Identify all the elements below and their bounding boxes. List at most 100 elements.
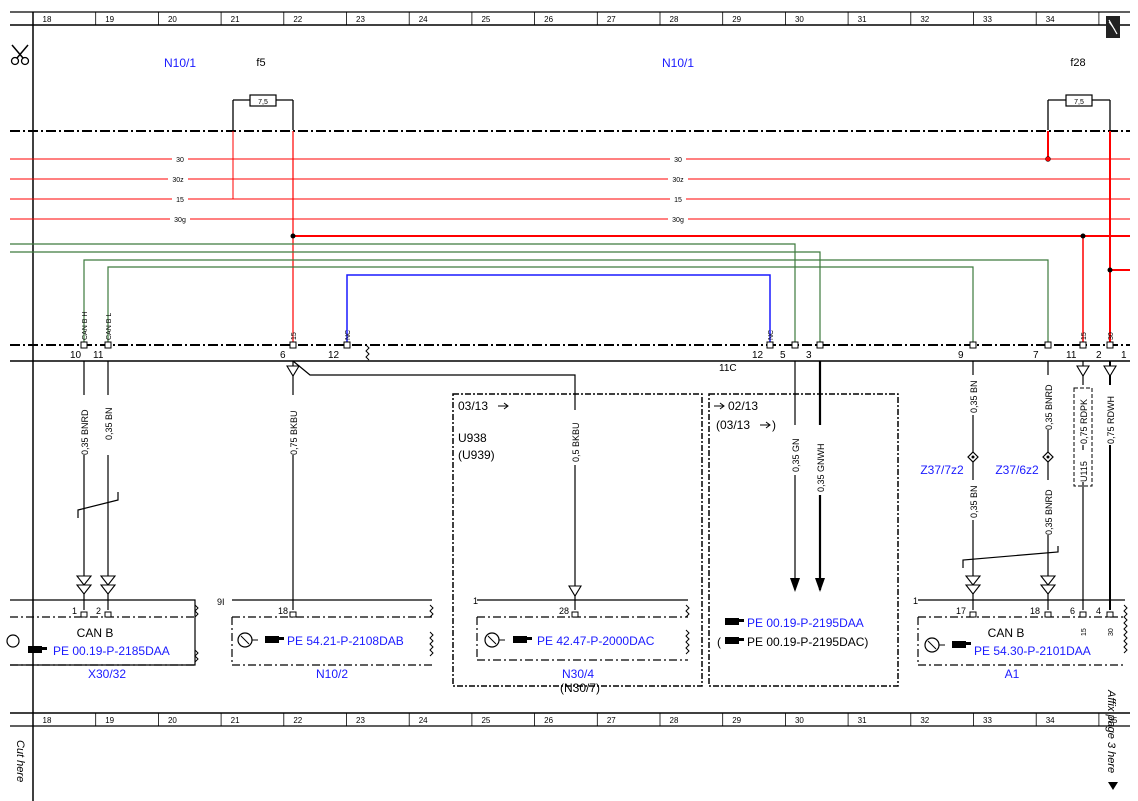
f5-label: f5 <box>256 57 265 69</box>
grid-column-number: 33 <box>983 15 992 24</box>
svg-text:1: 1 <box>1121 350 1127 361</box>
pin-can-bh: CAN B H <box>82 312 89 340</box>
bus-15-left: 15 <box>176 197 184 204</box>
svg-text:2: 2 <box>96 606 101 616</box>
control-unit-icon <box>484 632 505 648</box>
grid-column-number: 20 <box>168 716 177 725</box>
grid-column-number: 30 <box>795 716 804 725</box>
svg-text:5: 5 <box>780 350 786 361</box>
date-code-1: 03/13 <box>458 399 488 413</box>
bus-30z-left: 30z <box>172 177 184 184</box>
grid-column-number: 29 <box>732 716 741 725</box>
grid-column-number: 34 <box>1046 716 1055 725</box>
connector-9i-label: 9I <box>217 597 225 607</box>
svg-text:11: 11 <box>1066 350 1077 361</box>
grid-column-number: 29 <box>732 15 741 24</box>
grid-column-number: 27 <box>607 15 616 24</box>
svg-text:17: 17 <box>956 606 966 616</box>
arrow-right-icon <box>498 402 509 410</box>
grid-column-number: 22 <box>293 15 302 24</box>
grid-column-number: 19 <box>105 15 114 24</box>
z37-6z2-label: Z37/6z2 <box>995 463 1039 477</box>
grid-column-number: 21 <box>231 15 240 24</box>
can-wires <box>10 243 1049 345</box>
svg-text:28: 28 <box>559 606 569 616</box>
pin-labels: CAN B H CAN B L 15 NC NC 15 30 <box>82 312 1115 340</box>
ref-x30-32[interactable]: PE 00.19-P-2185DAA <box>53 644 170 658</box>
wire-label-2: 0,35 BN <box>104 407 114 440</box>
grid-column-number: 33 <box>983 716 992 725</box>
svg-text:4: 4 <box>1096 606 1101 616</box>
n10-2-label: N10/2 <box>316 667 348 681</box>
pointing-hand-icon <box>28 646 47 653</box>
f28-rating: 7,5 <box>1074 99 1084 106</box>
ref-a1[interactable]: PE 54.30-P-2101DAA <box>974 644 1091 658</box>
wire-label-7: 0,35 BN <box>969 380 979 413</box>
pointing-hand-icon <box>952 641 971 648</box>
grid-column-number: 23 <box>356 15 365 24</box>
bus-30-mid: 30 <box>674 157 682 164</box>
pin-30-right: 30 <box>1108 332 1115 340</box>
date-code-3: (03/13 <box>716 418 750 432</box>
wire-label-4: 0,5 BKBU <box>571 422 581 462</box>
wire-label-10: 0,75 RDWH <box>1106 396 1116 444</box>
n30-4-label: N30/4 <box>562 667 594 681</box>
grid-column-number: 31 <box>858 716 867 725</box>
svg-text:15: 15 <box>1081 628 1088 636</box>
grid-column-number: 32 <box>920 15 929 24</box>
scissors-icon <box>10 44 30 66</box>
pin-15: 15 <box>291 332 298 340</box>
grid-column-number: 32 <box>920 716 929 725</box>
u115-label: U115 <box>1079 461 1089 482</box>
pin-nc-1: NC <box>345 330 352 340</box>
svg-text:1: 1 <box>473 596 478 606</box>
wire-label-11: 0,35 BN <box>969 485 979 518</box>
arrow-right-icon-3 <box>760 421 771 429</box>
date-code-3-close: ) <box>772 418 776 432</box>
control-unit-icon <box>6 634 20 648</box>
ref-pe-2195daa[interactable]: PE 00.19-P-2195DAA <box>747 616 864 630</box>
x30-32-component: 1 2 CAN B PE 00.19-P-2185DAA X30/32 <box>6 599 199 681</box>
svg-text:1: 1 <box>913 596 918 606</box>
signal-arrows <box>790 578 825 592</box>
wire-label-12: 0,35 BNRD <box>1044 489 1054 535</box>
ref-n10-2[interactable]: PE 54.21-P-2108DAB <box>287 634 404 648</box>
svg-text:12: 12 <box>752 350 764 361</box>
svg-text:6: 6 <box>280 350 286 361</box>
connector-pin-numbers: 10 11 6 12 12 5 3 9 7 11 2 1 11C <box>70 350 1127 374</box>
svg-text:18: 18 <box>278 606 288 616</box>
grid-top: 181920212223242526272829303132333435 <box>10 11 1130 26</box>
cut-here-label: Cut here <box>14 740 26 782</box>
control-unit-icon <box>237 632 258 648</box>
down-triangle-icon <box>1108 782 1118 790</box>
can-b-label-1: CAN B <box>77 626 114 640</box>
wiring-schematic: 181920212223242526272829303132333435 181… <box>6 11 1130 801</box>
grid-column-number: 31 <box>858 15 867 24</box>
grid-column-number: 18 <box>43 716 52 725</box>
grid-column-number: 27 <box>607 716 616 725</box>
ref-n30-4[interactable]: PE 42.47-P-2000DAC <box>537 634 655 648</box>
control-unit-icon <box>924 637 945 653</box>
u938-label: U938 <box>458 431 487 445</box>
pin12-terminator <box>365 344 370 361</box>
grid-column-number: 28 <box>670 15 679 24</box>
can-b-label-2: CAN B <box>988 626 1025 640</box>
grid-column-number: 18 <box>43 15 52 24</box>
ref-pe-2195dac[interactable]: PE 00.19-P-2195DAC) <box>747 635 868 649</box>
affix-page-label: Affix page 3 here <box>1105 689 1117 773</box>
wire-label-8: 0,35 BNRD <box>1044 384 1054 430</box>
svg-text:1: 1 <box>72 606 77 616</box>
svg-text:2: 2 <box>1096 350 1102 361</box>
grid-column-number: 21 <box>231 716 240 725</box>
grid-column-number: 26 <box>544 15 553 24</box>
pe-ref-group: PE 00.19-P-2195DAA ( PE 00.19-P-2195DAC) <box>717 616 868 649</box>
svg-text:7: 7 <box>1033 350 1039 361</box>
bus-30-left: 30 <box>176 157 184 164</box>
grid-bottom: 18 19 20 21 22 23 24 25 26 27 28 29 30 31 32 33 34 35 <box>10 712 1130 727</box>
pointing-hand-icon <box>265 636 284 643</box>
a1-component: 1 17 18 6 4 15 30 CAN B PE 54.30-P-2101D… <box>913 596 1128 681</box>
u939-label: (U939) <box>458 448 495 462</box>
arrow-right-icon-2 <box>714 402 725 410</box>
lower-wires <box>77 360 1111 610</box>
ref-open-paren: ( <box>717 635 721 649</box>
